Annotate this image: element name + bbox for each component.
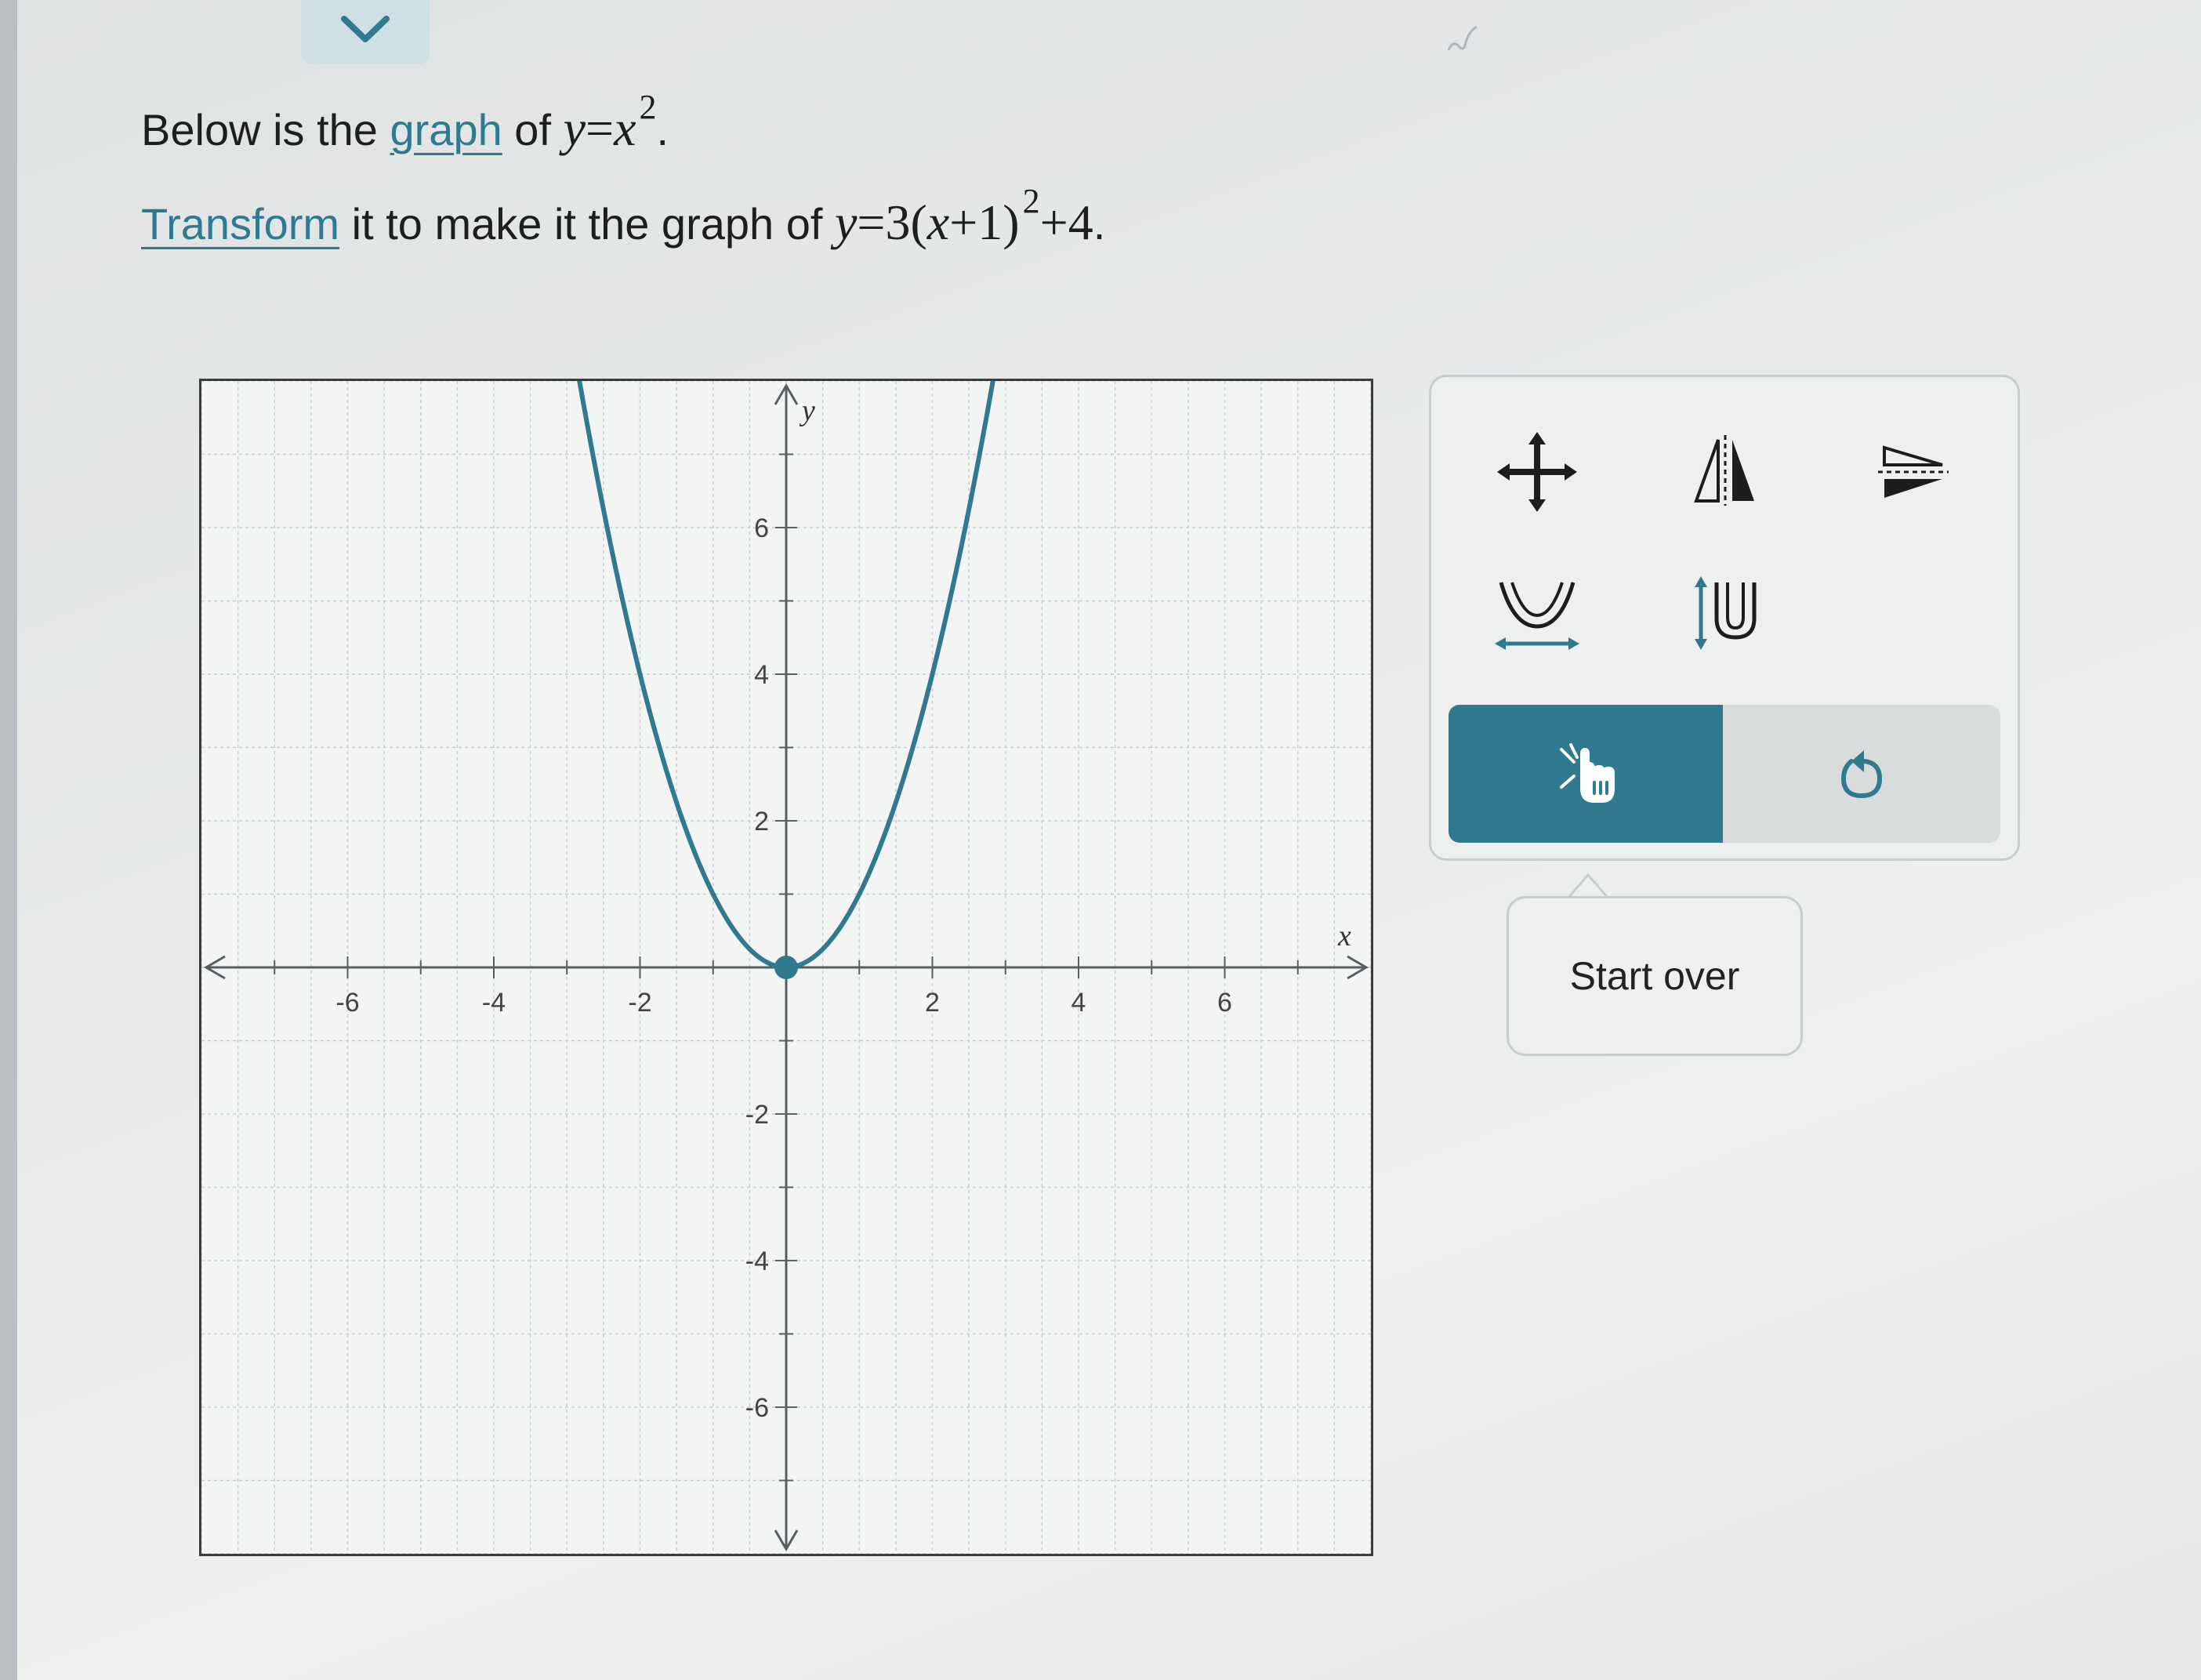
action-row [1449,705,2000,843]
math-x: x [926,194,950,250]
math-base: x [614,100,636,156]
y-axis-label: y [799,394,815,427]
math-var: y [563,100,586,156]
select-tool-button[interactable] [1449,705,1723,843]
move-tool[interactable] [1486,421,1588,523]
left-edge-bar [0,0,17,1680]
math-var: y [834,194,858,250]
move-icon [1497,432,1577,512]
x-tick-label: -6 [335,988,359,1018]
tool-panel [1429,375,2020,861]
x-tick-label: 4 [1071,988,1086,1018]
x-tick-label: 2 [925,988,940,1018]
y-tick-label: 2 [754,807,769,836]
reflect-x-axis-icon [1878,445,1949,498]
x-axis-label: x [1337,920,1351,952]
equation: y=x2 [563,90,657,156]
math-tail: +4 [1039,194,1093,250]
prompt-line-1: Below is the graph of y=x2. [141,90,669,156]
y-tick-label: 4 [754,660,769,690]
graph-link[interactable]: graph [390,105,502,154]
prompt-end: . [1093,199,1106,249]
pointer-hand-icon [1560,743,1615,803]
math-exponent: 2 [639,88,657,126]
horizontal-stretch-icon [1495,582,1579,650]
prompt-end: . [656,105,669,154]
y-tick-label: -6 [745,1393,769,1423]
start-over-tooltip[interactable]: Start over [1507,896,1803,1056]
math-eq: =3( [857,194,927,250]
y-tick-label: 6 [754,513,769,543]
x-tick-label: 6 [1217,988,1232,1018]
prompt-text: Below is the [141,105,390,154]
pen-scribble-icon [1447,25,1478,51]
y-tick-label: -2 [745,1100,769,1130]
undo-icon [1840,750,1883,799]
math-exponent: 2 [1022,182,1040,220]
tooltip-pointer [1566,873,1610,899]
x-tick-label: -2 [628,988,651,1018]
target-equation: y=3(x+1)2+4 [834,184,1093,250]
reflect-y-axis-icon [1694,435,1754,506]
collapse-button[interactable] [301,0,430,64]
x-tick-label: -4 [482,988,506,1018]
graph-canvas[interactable]: -6 -4 -2 2 4 6 6 4 2 -2 -4 -6 x y [199,379,1373,1556]
reflect-y-axis-tool[interactable] [1674,421,1776,523]
horizontal-stretch-tool[interactable] [1486,564,1588,666]
vertical-stretch-tool[interactable] [1674,564,1776,666]
vertical-stretch-icon [1695,576,1757,650]
vertex-point[interactable] [774,956,798,979]
prompt-text: of [502,105,564,154]
y-tick-label: -4 [745,1246,769,1276]
prompt-text: it to make it the graph of [339,199,835,249]
prompt-line-2: Transform it to make it the graph of y=3… [141,184,1106,249]
math-eq: = [585,100,615,156]
transform-link[interactable]: Transform [141,199,339,249]
coordinate-plane[interactable]: -6 -4 -2 2 4 6 6 4 2 -2 -4 -6 x y [201,381,1371,1554]
start-over-label: Start over [1569,954,1740,998]
reflect-x-axis-tool[interactable] [1862,421,1964,523]
chevron-down-icon [341,16,390,42]
math-rest: +1) [949,194,1020,250]
undo-button[interactable] [1723,705,2000,843]
